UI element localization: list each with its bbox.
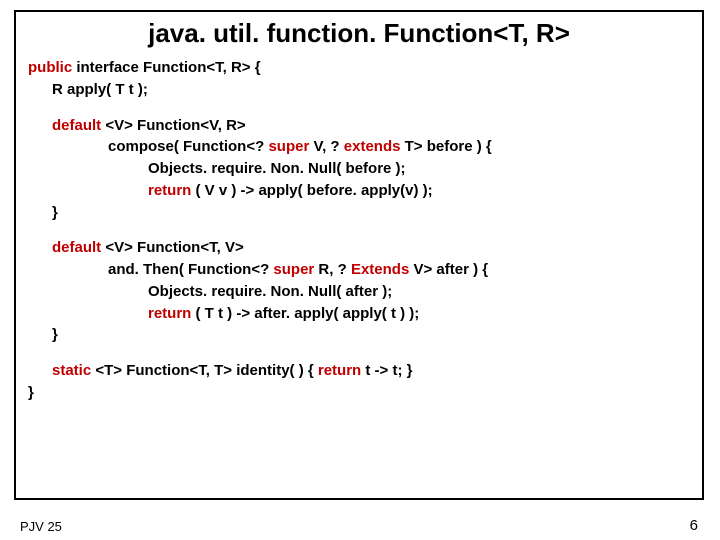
keyword-return: return: [318, 362, 361, 379]
text: ( V v ) -> apply( before. apply(v) );: [191, 182, 432, 199]
keyword-default: default: [52, 117, 101, 134]
code-line: }: [28, 382, 702, 404]
text: compose( Function<?: [108, 138, 268, 155]
text: interface Function<T, R> {: [72, 59, 260, 76]
text: T> before ) {: [400, 138, 491, 155]
slide-frame: java. util. function. Function<T, R> pub…: [14, 10, 704, 500]
text: <T> Function<T, T> identity( ) {: [91, 362, 318, 379]
code-line: R apply( T t );: [28, 79, 702, 101]
keyword-static: static: [52, 362, 91, 379]
keyword-extends: Extends: [351, 261, 409, 278]
code-line: Objects. require. Non. Null( after );: [28, 281, 702, 303]
keyword-return: return: [148, 305, 191, 322]
code-line: return ( V v ) -> apply( before. apply(v…: [28, 180, 702, 202]
code-line: default <V> Function<V, R>: [28, 115, 702, 137]
code-line: static <T> Function<T, T> identity( ) { …: [28, 360, 702, 382]
text: V, ?: [309, 138, 343, 155]
code-line: }: [28, 324, 702, 346]
page-number: 6: [690, 517, 698, 534]
code-line: return ( T t ) -> after. apply( apply( t…: [28, 303, 702, 325]
footer-left: PJV 25: [20, 519, 62, 534]
keyword-default: default: [52, 239, 101, 256]
code-line: compose( Function<? super V, ? extends T…: [28, 136, 702, 158]
slide-title: java. util. function. Function<T, R>: [16, 18, 702, 49]
keyword-public: public: [28, 59, 72, 76]
text: <V> Function<V, R>: [101, 117, 246, 134]
keyword-return: return: [148, 182, 191, 199]
blank-line: [28, 223, 702, 237]
blank-line: [28, 346, 702, 360]
code-line: public interface Function<T, R> {: [28, 57, 702, 79]
keyword-super: super: [268, 138, 309, 155]
code-line: default <V> Function<T, V>: [28, 237, 702, 259]
code-line: Objects. require. Non. Null( before );: [28, 158, 702, 180]
keyword-extends: extends: [344, 138, 401, 155]
text: and. Then( Function<?: [108, 261, 273, 278]
code-block: public interface Function<T, R> { R appl…: [16, 57, 702, 404]
code-line: and. Then( Function<? super R, ? Extends…: [28, 259, 702, 281]
text: ( T t ) -> after. apply( apply( t ) );: [191, 305, 419, 322]
text: R, ?: [314, 261, 351, 278]
code-line: }: [28, 202, 702, 224]
blank-line: [28, 101, 702, 115]
text: t -> t; }: [361, 362, 412, 379]
text: V> after ) {: [409, 261, 488, 278]
keyword-super: super: [273, 261, 314, 278]
text: <V> Function<T, V>: [101, 239, 244, 256]
